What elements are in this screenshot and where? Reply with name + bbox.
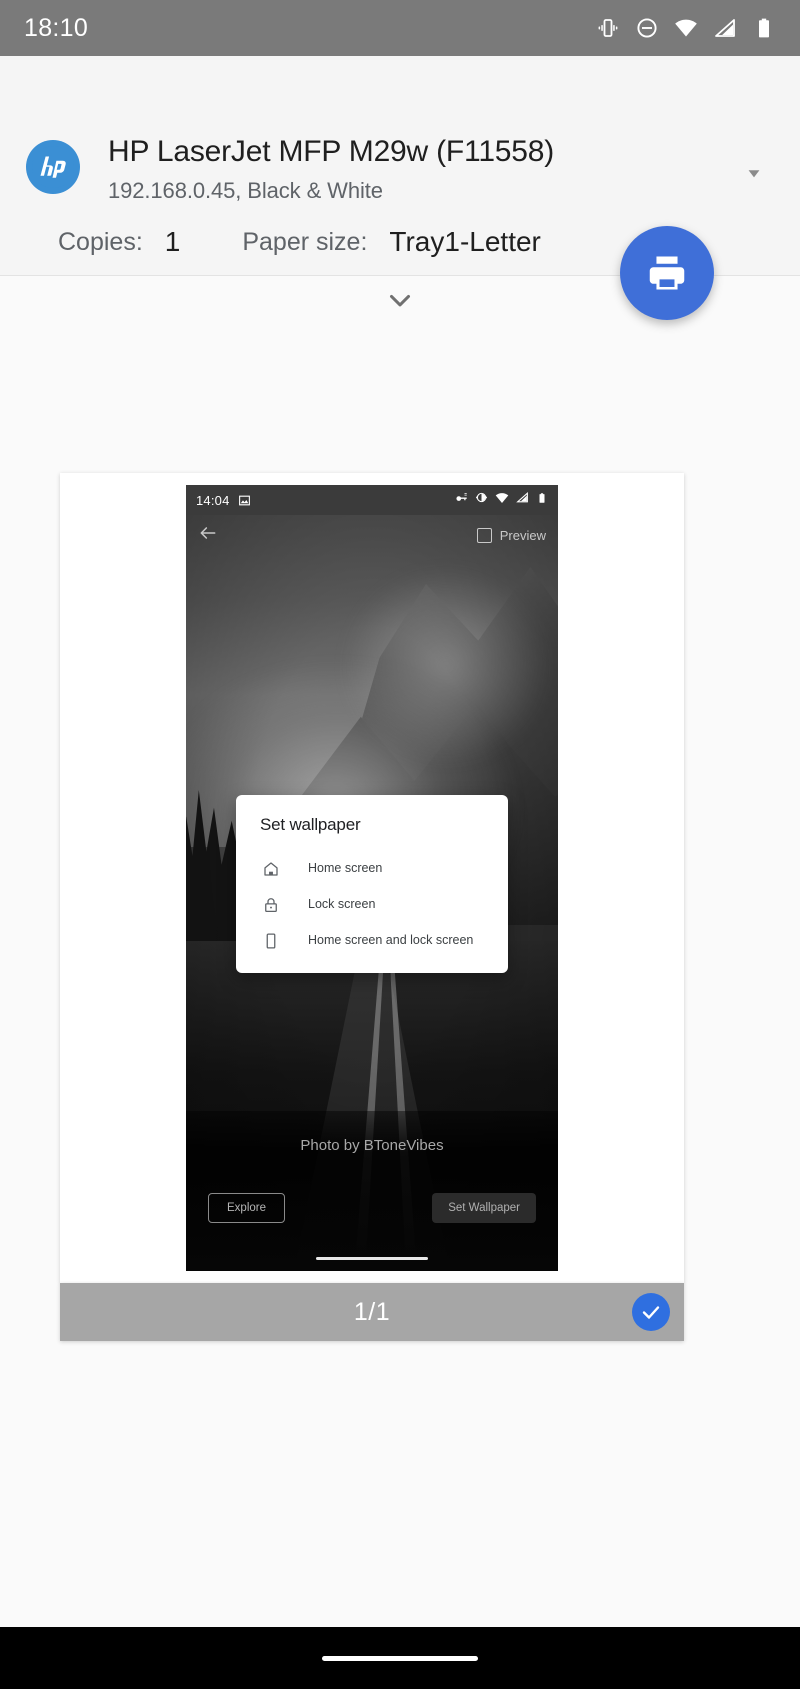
print-button[interactable]: [620, 226, 714, 320]
preview-toggle[interactable]: Preview: [476, 527, 546, 543]
page-selected-check-icon[interactable]: [632, 1293, 670, 1331]
dialog-option-label: Lock screen: [308, 897, 376, 912]
phone-app-bar: Preview: [186, 515, 558, 555]
status-bar-clock: 18:10: [24, 13, 89, 42]
battery-icon: [752, 16, 776, 40]
dialog-option-label: Home screen and lock screen: [308, 933, 474, 948]
wifi-icon: [495, 491, 509, 510]
battery-icon: [536, 491, 548, 509]
phone-gesture-pill: [316, 1256, 428, 1260]
copies-value[interactable]: 1: [165, 226, 181, 258]
photo-credit: Photo by BToneVibes: [300, 1137, 444, 1154]
paper-size-value[interactable]: Tray1-Letter: [389, 226, 540, 258]
printer-name[interactable]: HP LaserJet MFP M29w (F11558): [108, 135, 554, 169]
preview-label: Preview: [499, 527, 546, 543]
wallpaper-bottom-bar: Photo by BToneVibes Explore Set Wallpape…: [186, 1111, 558, 1271]
phone-screenshot-content: 14:04 Preview Set wallpaper Home screen …: [186, 485, 558, 1271]
checkbox-unchecked-icon[interactable]: [476, 527, 492, 543]
page-count-label: 1/1: [353, 1297, 391, 1326]
hp-logo: [26, 140, 80, 194]
vibrate-icon: [475, 491, 488, 509]
arrow-back-icon[interactable]: [198, 523, 218, 548]
print-preview-page[interactable]: 14:04 Preview Set wallpaper Home screen …: [60, 473, 684, 1283]
dialog-option-home-screen[interactable]: Home screen: [236, 851, 508, 887]
wallpaper-action-row: Explore Set Wallpaper: [186, 1193, 558, 1223]
phone-status-bar: 14:04: [186, 485, 558, 515]
printer-dropdown-chevron-down-icon[interactable]: [732, 151, 776, 195]
set-wallpaper-button[interactable]: Set Wallpaper: [432, 1193, 536, 1223]
status-bar-icons: [596, 16, 776, 40]
wifi-icon: [674, 16, 698, 40]
phone-icon: [260, 932, 282, 950]
page-indicator-bar: 1/1: [60, 1283, 684, 1341]
do-not-disturb-icon: [635, 16, 659, 40]
home-icon: [260, 860, 282, 878]
printer-subtitle: 192.168.0.45, Black & White: [108, 178, 383, 203]
phone-status-bar-icons: [455, 491, 548, 510]
print-preview-screen: 18:10 HP LaserJet MFP M29w (F11558) 192.…: [0, 0, 800, 1689]
set-wallpaper-dialog: Set wallpaper Home screen Lock screen Ho…: [236, 795, 508, 973]
dialog-option-home-and-lock-screen[interactable]: Home screen and lock screen: [236, 923, 508, 959]
cellular-signal-icon: [516, 491, 529, 509]
explore-button[interactable]: Explore: [208, 1193, 285, 1223]
vpn-key-icon: [455, 491, 468, 509]
system-status-bar: 18:10: [0, 0, 800, 56]
cellular-signal-icon: [713, 16, 737, 40]
lock-icon: [260, 896, 282, 914]
vibrate-icon: [596, 16, 620, 40]
phone-status-bar-clock: 14:04: [196, 492, 230, 508]
home-gesture-pill[interactable]: [322, 1655, 478, 1661]
paper-size-label: Paper size:: [242, 227, 368, 256]
image-icon: [238, 494, 251, 507]
system-navigation-bar: [0, 1627, 800, 1689]
dialog-title: Set wallpaper: [260, 815, 361, 834]
copies-label: Copies:: [58, 227, 143, 256]
dialog-option-label: Home screen: [308, 861, 383, 876]
dialog-option-lock-screen[interactable]: Lock screen: [236, 887, 508, 923]
